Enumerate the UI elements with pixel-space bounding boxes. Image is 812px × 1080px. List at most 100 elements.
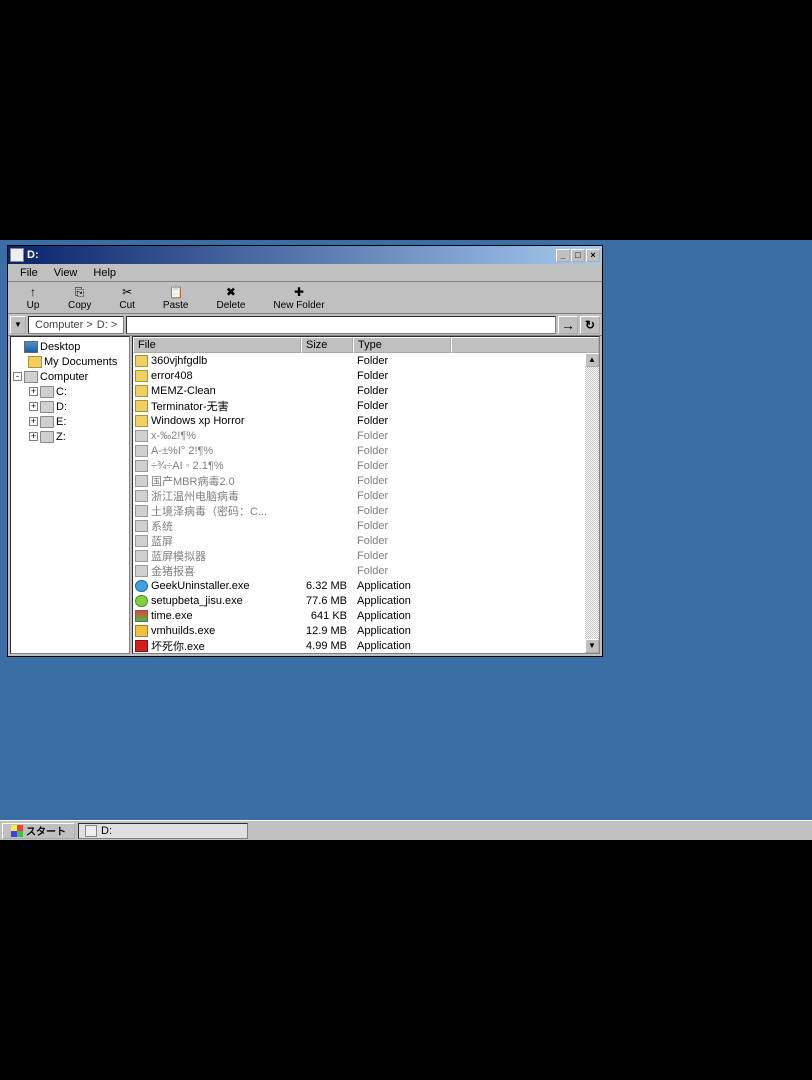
application-icon (135, 625, 148, 637)
up-arrow-icon: ↑ (26, 285, 40, 299)
vertical-scrollbar[interactable]: ▲ ▼ (585, 353, 599, 653)
file-name: 坏死你.exe (151, 638, 205, 654)
list-row[interactable]: ÷¾÷AI ◦ 2.1¶%Folder (133, 458, 599, 473)
start-button[interactable]: スタート (2, 823, 75, 839)
expand-icon[interactable]: + (29, 402, 38, 411)
file-list: File Size Type 360vjhfgdlbFoldererror408… (132, 336, 600, 654)
list-row[interactable]: 金猪报喜Folder (133, 563, 599, 578)
list-row[interactable]: 系统Folder (133, 518, 599, 533)
list-row[interactable]: 坏死你.exe4.99 MBApplication (133, 638, 599, 653)
clipboard-icon: 📋 (169, 285, 183, 299)
scroll-up-button[interactable]: ▲ (585, 353, 599, 367)
file-name: 土境泽病毒（密码：C... (151, 503, 267, 519)
tree-computer[interactable]: - Computer (13, 369, 127, 384)
file-type: Folder (353, 430, 451, 442)
column-size[interactable]: Size (301, 337, 353, 353)
cut-button[interactable]: ✂ Cut (105, 284, 149, 312)
scroll-track[interactable] (585, 367, 599, 639)
up-button[interactable]: ↑ Up (12, 284, 54, 312)
tree-desktop[interactable]: Desktop (13, 339, 127, 354)
minimize-button[interactable]: _ (556, 249, 570, 262)
folder-icon (135, 385, 148, 397)
list-row[interactable]: A-±%I° 2!¶%Folder (133, 443, 599, 458)
file-type: Application (353, 580, 451, 592)
list-row[interactable]: error408Folder (133, 368, 599, 383)
list-row[interactable]: vmhuilds.exe12.9 MBApplication (133, 623, 599, 638)
address-dropdown-button[interactable]: ▼ (10, 316, 26, 334)
column-spacer (451, 337, 599, 353)
collapse-icon[interactable]: - (13, 372, 22, 381)
file-type: Folder (353, 445, 451, 457)
menu-view[interactable]: View (46, 265, 86, 281)
list-body: 360vjhfgdlbFoldererror408FolderMEMZ-Clea… (133, 353, 599, 653)
list-row[interactable]: 浙江温州电脑病毒Folder (133, 488, 599, 503)
expand-icon[interactable]: + (29, 432, 38, 441)
list-row[interactable]: 蓝屏模拟器 Folder (133, 548, 599, 563)
delete-button[interactable]: ✖ Delete (203, 284, 260, 312)
copy-button[interactable]: ⎘ Copy (54, 284, 105, 312)
file-type: Folder (353, 385, 451, 397)
file-name: vmhuilds.exe (151, 625, 215, 637)
delete-icon: ✖ (224, 285, 238, 299)
expand-icon[interactable]: + (29, 417, 38, 426)
close-button[interactable]: × (586, 249, 600, 262)
go-button[interactable]: → (558, 316, 578, 334)
file-name: 蓝屏模拟器 (151, 548, 206, 564)
file-size: 12.9 MB (301, 625, 353, 637)
list-row[interactable]: time.exe641 KBApplication (133, 608, 599, 623)
breadcrumb[interactable]: Computer > D: > (28, 316, 124, 334)
desktop-icon (24, 341, 38, 353)
folder-icon (135, 475, 148, 487)
folder-icon (135, 490, 148, 502)
drive-icon (40, 401, 54, 413)
list-row[interactable]: 蓝屏Folder (133, 533, 599, 548)
list-row[interactable]: 国产MBR病毒2.0Folder (133, 473, 599, 488)
list-row[interactable]: 土境泽病毒（密码：C...Folder (133, 503, 599, 518)
folder-icon (28, 356, 42, 368)
list-row[interactable]: MEMZ-CleanFolder (133, 383, 599, 398)
list-row[interactable]: setupbeta_jisu.exe77.6 MBApplication (133, 593, 599, 608)
tree-drive-z[interactable]: + Z: (13, 429, 127, 444)
computer-icon (24, 371, 38, 383)
file-size: 6.32 MB (301, 580, 353, 592)
menu-help[interactable]: Help (85, 265, 124, 281)
tree-mydocuments[interactable]: My Documents (13, 354, 127, 369)
titlebar[interactable]: D: _ □ × (8, 246, 602, 264)
list-row[interactable]: Windows xp HorrorFolder (133, 413, 599, 428)
breadcrumb-computer[interactable]: Computer > (33, 319, 95, 331)
file-name: ÷¾÷AI ◦ 2.1¶% (151, 460, 224, 472)
tree-drive-d[interactable]: + D: (13, 399, 127, 414)
file-name: Windows xp Horror (151, 415, 245, 427)
expand-icon[interactable]: + (29, 387, 38, 396)
column-type[interactable]: Type (353, 337, 451, 353)
drive-icon (40, 386, 54, 398)
new-folder-button[interactable]: ✚ New Folder (259, 284, 338, 312)
file-type: Folder (353, 370, 451, 382)
taskbar-item-d-drive[interactable]: D: (78, 823, 248, 839)
address-input[interactable] (126, 316, 556, 334)
file-name: GeekUninstaller.exe (151, 580, 249, 592)
list-row[interactable]: GeekUninstaller.exe 6.32 MBApplication (133, 578, 599, 593)
folder-icon (135, 535, 148, 547)
folder-icon (135, 400, 148, 412)
tree-drive-e[interactable]: + E: (13, 414, 127, 429)
maximize-button[interactable]: □ (571, 249, 585, 262)
folder-icon (135, 430, 148, 442)
folder-tree: Desktop My Documents - Computer + C: + D… (10, 336, 130, 654)
list-row[interactable]: Terminator-无害Folder (133, 398, 599, 413)
menu-file[interactable]: File (12, 265, 46, 281)
column-file[interactable]: File (133, 337, 301, 353)
refresh-button[interactable]: ↻ (580, 316, 600, 334)
tree-drive-c[interactable]: + C: (13, 384, 127, 399)
scissors-icon: ✂ (120, 285, 134, 299)
list-row[interactable]: x-‰2!¶%Folder (133, 428, 599, 443)
list-row[interactable]: 360vjhfgdlbFolder (133, 353, 599, 368)
file-type: Folder (353, 550, 451, 562)
file-name: 国产MBR病毒2.0 (151, 473, 235, 489)
menubar: File View Help (8, 264, 602, 282)
breadcrumb-d[interactable]: D: > (95, 319, 119, 331)
scroll-down-button[interactable]: ▼ (585, 639, 599, 653)
file-type: Folder (353, 400, 451, 412)
paste-button[interactable]: 📋 Paste (149, 284, 203, 312)
file-size: 77.6 MB (301, 595, 353, 607)
